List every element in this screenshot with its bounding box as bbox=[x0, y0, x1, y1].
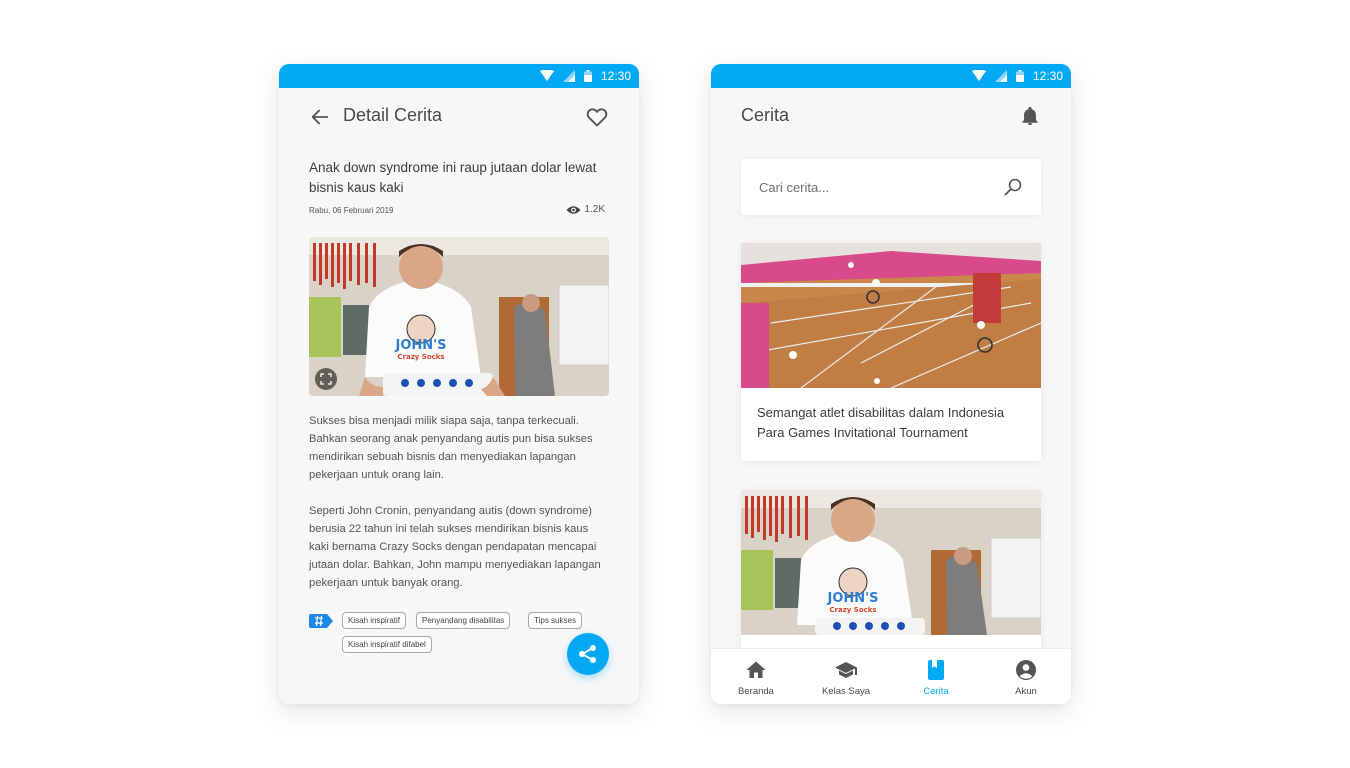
expand-image-button[interactable] bbox=[315, 368, 337, 390]
tag-list: Kisah inspiratif Penyandang disabilitas … bbox=[309, 610, 609, 660]
view-count: 1.2K bbox=[566, 204, 605, 215]
nav-item-akun[interactable]: Akun bbox=[981, 649, 1071, 704]
arrow-back-icon[interactable] bbox=[309, 106, 331, 128]
share-icon bbox=[579, 645, 596, 663]
story-thumbnail: JOHN'S Crazy Socks bbox=[741, 490, 1041, 635]
graduation-cap-icon bbox=[835, 662, 857, 678]
story-list-screen: 12:30 Cerita Semangat atlet disabilitas … bbox=[711, 64, 1071, 704]
signal-icon bbox=[994, 70, 1007, 82]
search-input[interactable] bbox=[759, 177, 989, 197]
svg-text:Crazy Socks: Crazy Socks bbox=[829, 606, 876, 614]
article-date: Rabu, 06 Februari 2019 bbox=[309, 206, 394, 215]
battery-icon bbox=[1015, 70, 1024, 82]
story-thumbnail bbox=[741, 243, 1041, 388]
wifi-icon bbox=[971, 70, 986, 81]
svg-text:JOHN'S: JOHN'S bbox=[395, 338, 447, 353]
article-meta: Rabu, 06 Februari 2019 1.2K bbox=[309, 204, 609, 220]
view-count-value: 1.2K bbox=[584, 204, 605, 215]
article-body: Sukses bisa menjadi milik siapa saja, ta… bbox=[309, 412, 609, 592]
search-bar bbox=[741, 159, 1041, 215]
search-icon[interactable] bbox=[1003, 177, 1023, 197]
app-bar: Detail Cerita bbox=[279, 88, 639, 144]
article-paragraph-2: Seperti John Cronin, penyandang autis (d… bbox=[309, 505, 601, 589]
battery-icon bbox=[583, 70, 592, 82]
status-time: 12:30 bbox=[1032, 69, 1063, 83]
article-headline: Anak down syndrome ini raup jutaan dolar… bbox=[309, 160, 597, 195]
fullscreen-icon bbox=[320, 373, 332, 385]
story-title: Semangat atlet disabilitas dalam Indones… bbox=[757, 405, 1005, 440]
article-photo: JOHN'S Crazy Socks bbox=[309, 237, 609, 396]
svg-text:JOHN'S: JOHN'S bbox=[827, 591, 879, 606]
status-bar: 12:30 bbox=[279, 64, 639, 88]
hashtag-tag-icon bbox=[309, 614, 333, 628]
page-title: Detail Cerita bbox=[343, 105, 443, 125]
status-bar: 12:30 bbox=[711, 64, 1071, 88]
bottom-navigation: Beranda Kelas Saya Cerita Akun bbox=[711, 648, 1071, 704]
nav-label: Kelas Saya bbox=[821, 686, 871, 697]
heart-outline-icon[interactable] bbox=[585, 105, 609, 129]
status-time: 12:30 bbox=[600, 69, 631, 83]
nav-label: Beranda bbox=[738, 686, 774, 697]
account-circle-icon bbox=[1016, 660, 1036, 680]
article-image[interactable]: JOHN'S Crazy Socks bbox=[309, 237, 609, 396]
home-icon bbox=[746, 661, 766, 678]
app-bar: Cerita bbox=[711, 88, 1071, 144]
tag-chip[interactable]: Penyandang disabilitas bbox=[416, 612, 511, 629]
share-button[interactable] bbox=[567, 633, 609, 675]
nav-label: Cerita bbox=[923, 686, 949, 697]
story-card[interactable]: Semangat atlet disabilitas dalam Indones… bbox=[741, 243, 1041, 461]
nav-item-kelas-saya[interactable]: Kelas Saya bbox=[801, 649, 891, 704]
tag-chip[interactable]: Kisah inspiratif difabel bbox=[342, 636, 432, 653]
article: Anak down syndrome ini raup jutaan dolar… bbox=[309, 158, 609, 660]
article-paragraph-1: Sukses bisa menjadi milik siapa saja, ta… bbox=[309, 415, 593, 481]
tag-chip[interactable]: Kisah inspiratif bbox=[342, 612, 407, 629]
nav-label: Akun bbox=[1015, 686, 1037, 697]
book-icon bbox=[928, 660, 944, 680]
nav-item-cerita[interactable]: Cerita bbox=[891, 649, 981, 704]
svg-text:Crazy Socks: Crazy Socks bbox=[397, 353, 444, 361]
page-title: Cerita bbox=[741, 105, 790, 125]
tag-chip[interactable]: Tips sukses bbox=[528, 612, 582, 629]
detail-screen: 12:30 Detail Cerita Anak down syndrome i… bbox=[279, 64, 639, 704]
bell-icon[interactable] bbox=[1019, 105, 1041, 127]
nav-item-beranda[interactable]: Beranda bbox=[711, 649, 801, 704]
signal-icon bbox=[562, 70, 575, 82]
wifi-icon bbox=[539, 70, 554, 81]
eye-icon bbox=[566, 205, 581, 214]
